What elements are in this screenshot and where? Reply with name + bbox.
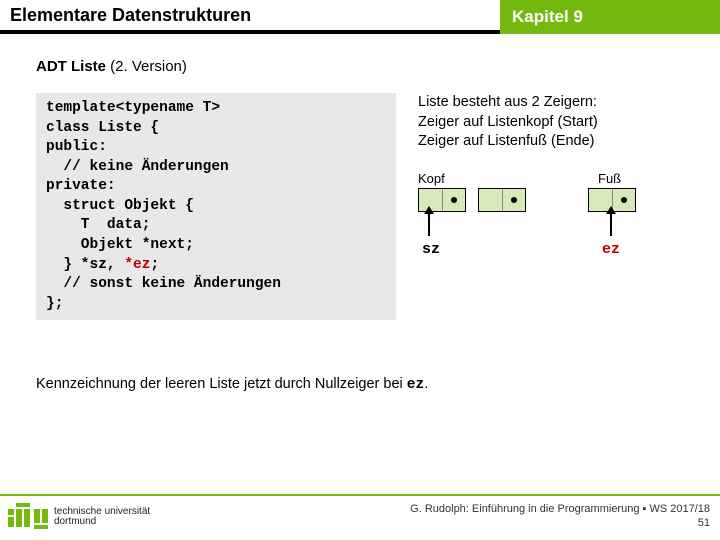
desc-line: Zeiger auf Listenfuß (Ende)	[418, 132, 684, 152]
credit-line: G. Rudolph: Einführung in die Programmie…	[410, 503, 710, 517]
label-sz: sz	[422, 240, 440, 260]
code-line: public:	[46, 139, 107, 155]
code-highlight: *ez	[124, 257, 150, 273]
slide-header: Elementare Datenstrukturen Kapitel 9	[0, 0, 720, 34]
footnote-mono: ez	[407, 377, 424, 393]
code-line: class Liste {	[46, 120, 159, 136]
tu-logo-text: technische universität dortmund	[54, 507, 150, 528]
tu-logo: technische universität dortmund	[8, 503, 150, 531]
description: Liste besteht aus 2 Zeigern: Zeiger auf …	[418, 93, 684, 152]
footer-credit: G. Rudolph: Einführung in die Programmie…	[410, 503, 710, 531]
code-line: } *sz,	[46, 257, 124, 273]
subtitle-suffix: (2. Version)	[106, 58, 187, 75]
pointer-diagram: Kopf Fuß sz	[418, 170, 684, 270]
code-line: private:	[46, 178, 116, 194]
tu-logo-icon	[8, 503, 48, 531]
header-topic: Elementare Datenstrukturen	[0, 0, 500, 34]
page-number: 51	[410, 517, 710, 531]
node-mid	[478, 188, 526, 212]
code-line: };	[46, 296, 63, 312]
code-line: struct Objekt {	[46, 198, 194, 214]
slide-body: ADT Liste (2. Version) template<typename…	[0, 34, 720, 405]
explanation-column: Liste besteht aus 2 Zeigern: Zeiger auf …	[418, 93, 684, 270]
desc-line: Zeiger auf Listenkopf (Start)	[418, 113, 684, 133]
slide-footer: technische universität dortmund G. Rudol…	[0, 494, 720, 540]
code-line: ;	[150, 257, 159, 273]
code-line: T data;	[46, 217, 150, 233]
desc-line: Liste besteht aus 2 Zeigern:	[418, 93, 684, 113]
code-block: template<typename T> class Liste { publi…	[36, 93, 396, 320]
footnote-suffix: .	[424, 376, 428, 392]
label-fuss: Fuß	[598, 170, 621, 188]
code-line: // sonst keine Änderungen	[46, 276, 281, 292]
label-ez: ez	[602, 240, 620, 260]
code-line: // keine Änderungen	[46, 159, 229, 175]
uni-line2: dortmund	[54, 517, 150, 528]
subtitle: ADT Liste (2. Version)	[36, 58, 684, 75]
code-line: Objekt *next;	[46, 237, 194, 253]
header-chapter: Kapitel 9	[500, 0, 720, 34]
label-kopf: Kopf	[418, 170, 445, 188]
footnote: Kennzeichnung der leeren Liste jetzt dur…	[36, 376, 684, 393]
code-line: template<typename T>	[46, 100, 220, 116]
footnote-prefix: Kennzeichnung der leeren Liste jetzt dur…	[36, 376, 407, 392]
subtitle-main: ADT Liste	[36, 58, 106, 75]
